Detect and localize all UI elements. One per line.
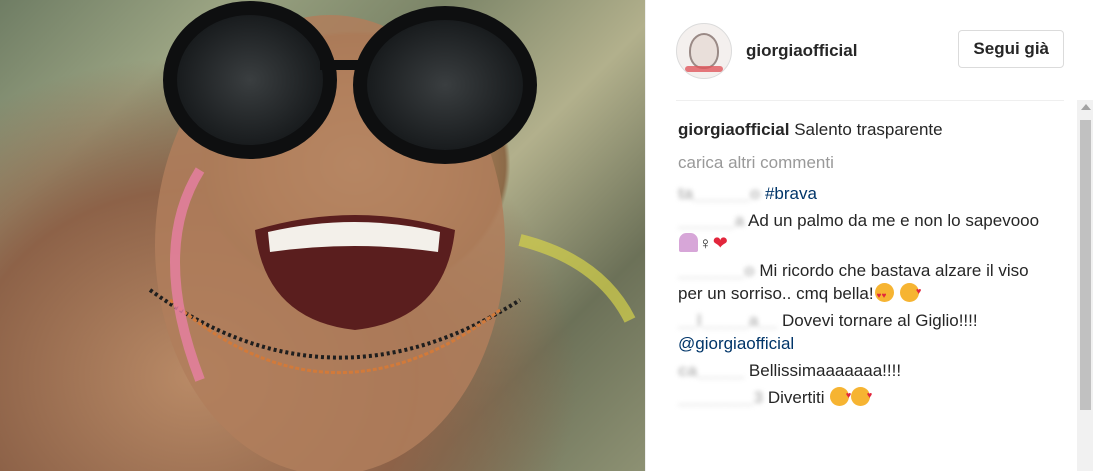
load-more-comments-link[interactable]: carica altri commenti — [678, 151, 1048, 174]
avatar[interactable] — [676, 23, 732, 79]
list-item: _______o Mi ricordo che bastava alzare i… — [678, 259, 1048, 307]
header-username[interactable]: giorgiaofficial — [746, 41, 857, 61]
comments-scrollbar[interactable] — [1077, 100, 1093, 471]
comment-username[interactable]: ______a — [678, 211, 744, 230]
avatar-signature-icon — [685, 66, 723, 72]
post-side-panel: giorgiaofficial Segui già giorgiaofficia… — [645, 0, 1093, 471]
comments-list: giorgiaofficial Salento trasparente cari… — [678, 118, 1048, 413]
female-sign-icon: ♀ — [699, 234, 712, 253]
scroll-up-icon[interactable] — [1081, 104, 1091, 110]
person-icon — [679, 233, 698, 252]
comment-username[interactable]: ________3 — [678, 388, 763, 407]
comment-text: Ad un palmo da me e non lo sapevooo — [747, 211, 1040, 230]
list-item: ________3 Divertiti — [678, 384, 1048, 409]
comment-username[interactable]: _______o — [678, 261, 755, 280]
comment-username[interactable]: ca_____ — [678, 361, 744, 380]
list-item: ______a Ad un palmo da me e non lo sapev… — [678, 209, 1048, 255]
comment-username[interactable]: ta______o — [678, 184, 760, 203]
list-item: ta______o #brava — [678, 182, 1048, 205]
comment-text: Bellissimaaaaaaa!!!! — [748, 361, 902, 380]
comment-text: Dovevi tornare al Giglio!!!! — [782, 311, 978, 330]
caption-text: Salento trasparente — [794, 120, 943, 139]
list-item: ca_____ Bellissimaaaaaaa!!!! — [678, 359, 1048, 382]
kiss-icon — [830, 384, 851, 407]
comment-username[interactable]: __l_____a__ — [678, 311, 777, 330]
caption: giorgiaofficial Salento trasparente — [678, 118, 1048, 141]
kiss-icon — [851, 384, 872, 407]
caption-username[interactable]: giorgiaofficial — [678, 120, 789, 139]
follow-button[interactable]: Segui già — [958, 30, 1064, 68]
mention-link[interactable]: @giorgiaofficial — [678, 334, 794, 353]
post-photo[interactable] — [0, 0, 645, 471]
heart-eyes-icon — [874, 283, 894, 307]
header-divider — [676, 100, 1064, 101]
post-header: giorgiaofficial Segui già — [676, 19, 1064, 83]
scrollbar-thumb[interactable] — [1080, 120, 1091, 410]
hashtag-link[interactable]: #brava — [765, 184, 817, 203]
list-item: __l_____a__ Dovevi tornare al Giglio!!!!… — [678, 309, 1048, 355]
kiss-icon — [900, 280, 921, 303]
comment-text: Divertiti — [767, 388, 825, 407]
photo-illustration — [148, 1, 636, 471]
heart-icon: ❤ — [712, 233, 728, 253]
avatar-face-icon — [689, 33, 719, 69]
